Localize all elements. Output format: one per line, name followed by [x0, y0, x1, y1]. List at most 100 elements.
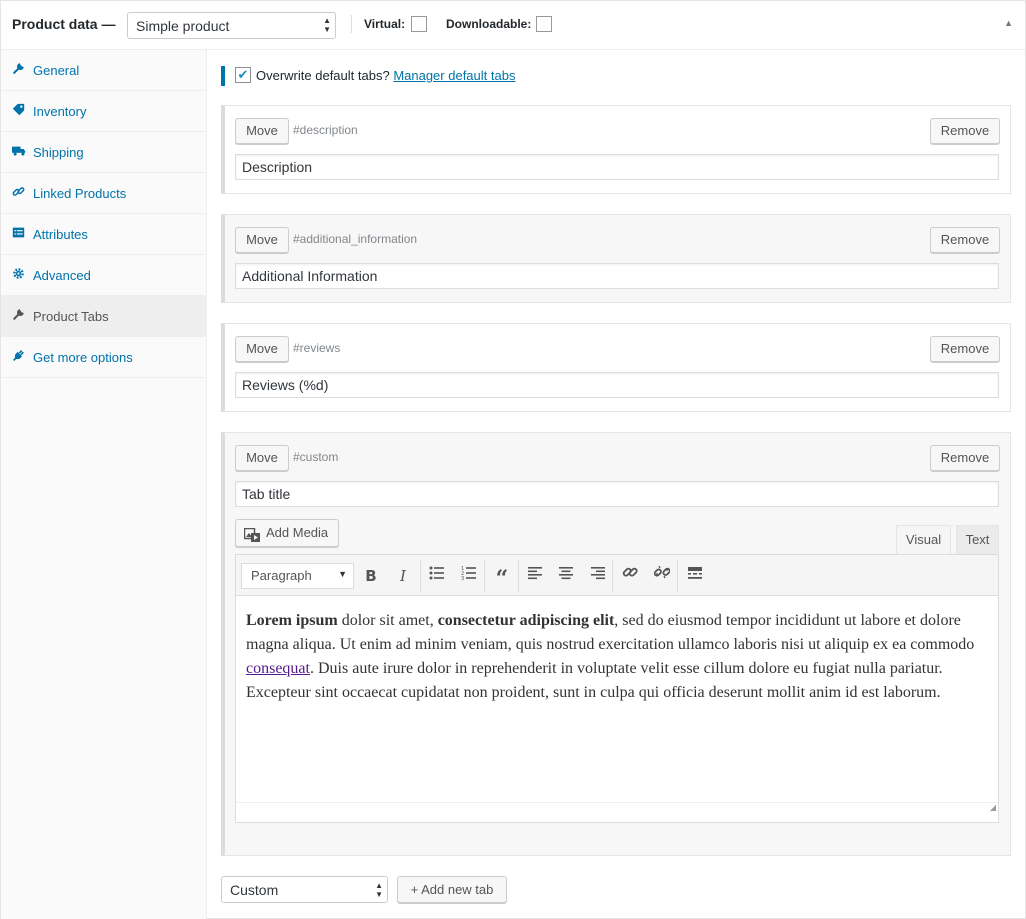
move-button[interactable]: Move [235, 227, 289, 253]
italic-button[interactable]: I [390, 564, 416, 588]
toolbar-toggle-button[interactable] [682, 564, 708, 588]
toolbar-divider [420, 560, 421, 592]
blockquote-button[interactable]: “ [489, 564, 515, 592]
move-button[interactable]: Move [235, 118, 289, 144]
override-label: Overwrite default tabs? Manager default … [256, 68, 515, 83]
tag-icon [12, 103, 26, 117]
remove-button[interactable]: Remove [930, 445, 1000, 471]
tab-slug: #additional_information [293, 232, 418, 246]
downloadable-label: Downloadable: [446, 17, 532, 31]
downloadable-checkbox[interactable] [536, 16, 552, 32]
align-right-button[interactable] [585, 564, 611, 588]
remove-button[interactable]: Remove [930, 227, 1000, 253]
plug-icon [12, 349, 26, 363]
tab-item-custom: Move #custom Remove Tab title Add Media … [221, 432, 1011, 856]
header-divider [351, 15, 352, 33]
move-button[interactable]: Move [235, 445, 289, 471]
tab-text[interactable]: Text [956, 525, 999, 555]
bold-button[interactable]: B [358, 564, 384, 588]
align-left-button[interactable] [522, 564, 548, 588]
sidebar-item-label: General [33, 63, 80, 78]
wrench-icon [12, 62, 26, 76]
product-data-header: Product data — Simple product ▲ ▼ Virtual… [1, 1, 1025, 50]
remove-button[interactable]: Remove [930, 118, 1000, 144]
override-accent-bar [221, 66, 225, 86]
add-media-label: Add Media [266, 525, 329, 540]
tab-title-input[interactable]: Reviews (%d) [235, 372, 999, 398]
media-icon [243, 526, 260, 542]
virtual-checkbox[interactable] [411, 16, 427, 32]
sidebar-item-label: Inventory [33, 104, 87, 119]
sidebar-item-linked-products[interactable]: Linked Products [1, 173, 206, 214]
remove-button[interactable]: Remove [930, 336, 1000, 362]
bold-text: consectetur adipiscing elit [437, 612, 615, 629]
bold-text: Lorem ipsum [246, 612, 338, 629]
sidebar-item-get-more-options[interactable]: Get more options [1, 337, 206, 378]
editor-content[interactable]: Lorem ipsum dolor sit amet, consectetur … [235, 596, 999, 823]
product-data-panel: Product data — Simple product ▲ ▼ Virtual… [0, 0, 1026, 919]
tab-item: Move #additional_information Remove Addi… [221, 214, 1011, 303]
bullet-list-icon [429, 566, 444, 580]
align-right-icon [591, 567, 605, 580]
resize-handle-icon[interactable]: ◢ [990, 796, 996, 820]
tab-visual[interactable]: Visual [896, 525, 951, 555]
sidebar-item-label: Linked Products [33, 186, 127, 201]
tab-slug: #description [293, 123, 358, 137]
caret-down-icon: ▼ [338, 569, 347, 579]
numbered-list-button[interactable]: 123 [456, 564, 482, 588]
wrench-icon [12, 308, 26, 322]
tab-slug: #custom [293, 450, 339, 464]
sidebar-item-label: Product Tabs [33, 309, 109, 324]
format-select[interactable]: Paragraph ▼ [241, 563, 354, 589]
sidebar-item-label: Shipping [33, 145, 84, 160]
toolbar-divider [518, 560, 519, 592]
new-tab-type-value: Custom [230, 882, 279, 898]
sidebar-item-inventory[interactable]: Inventory [1, 91, 206, 132]
link-icon [12, 185, 26, 199]
sidebar-item-label: Get more options [33, 350, 133, 365]
toolbar-divider [612, 560, 613, 592]
product-tabs-panel: ✔ Overwrite default tabs? Manager defaul… [207, 50, 1025, 919]
truck-icon [12, 144, 26, 158]
product-type-select[interactable]: Simple product ▲ ▼ [127, 12, 336, 39]
tab-title-input[interactable]: Description [235, 154, 999, 180]
link-icon [622, 567, 638, 577]
kitchen-sink-icon [688, 567, 702, 579]
new-tab-type-select[interactable]: Custom ▲ ▼ [221, 876, 388, 903]
override-checkbox[interactable]: ✔ [235, 67, 251, 83]
unlink-icon [653, 565, 671, 579]
body-text: . Duis aute irure dolor in reprehenderit… [246, 660, 943, 701]
align-left-icon [528, 567, 542, 580]
sidebar-item-product-tabs[interactable]: Product Tabs [1, 296, 206, 337]
sidebar-item-shipping[interactable]: Shipping [1, 132, 206, 173]
manage-default-tabs-link[interactable]: Manager default tabs [393, 68, 515, 83]
bullet-list-button[interactable] [424, 564, 450, 588]
checkmark-icon: ✔ [237, 67, 249, 82]
move-button[interactable]: Move [235, 336, 289, 362]
toolbar-divider [677, 560, 678, 592]
sidebar-item-label: Advanced [33, 268, 91, 283]
tab-title-input[interactable]: Tab title [235, 481, 999, 507]
align-center-button[interactable] [553, 564, 579, 588]
align-center-icon [559, 567, 573, 580]
add-new-tab-button[interactable]: + Add new tab [397, 876, 507, 903]
select-arrows-icon: ▲ ▼ [323, 16, 331, 34]
sidebar-item-general[interactable]: General [1, 50, 206, 91]
select-arrows-icon: ▲ ▼ [375, 881, 383, 899]
remove-link-button[interactable] [649, 564, 675, 588]
add-media-button[interactable]: Add Media [235, 519, 339, 547]
override-label-text: Overwrite default tabs? [256, 68, 390, 83]
product-type-value: Simple product [136, 18, 230, 34]
tab-title-input[interactable]: Additional Information [235, 263, 999, 289]
editor-statusbar: ◢ [236, 802, 998, 822]
sidebar-item-attributes[interactable]: Attributes [1, 214, 206, 255]
insert-link-button[interactable] [617, 564, 643, 588]
triangle-up-icon[interactable]: ▲ [1004, 18, 1013, 28]
numbered-list-icon: 123 [461, 566, 476, 582]
tab-item: Move #reviews Remove Reviews (%d) [221, 323, 1011, 412]
sidebar-item-advanced[interactable]: Advanced [1, 255, 206, 296]
content-link[interactable]: consequat [246, 660, 310, 677]
product-data-title: Product data — [12, 16, 116, 32]
tab-slug: #reviews [293, 341, 341, 355]
virtual-label: Virtual: [364, 17, 406, 31]
